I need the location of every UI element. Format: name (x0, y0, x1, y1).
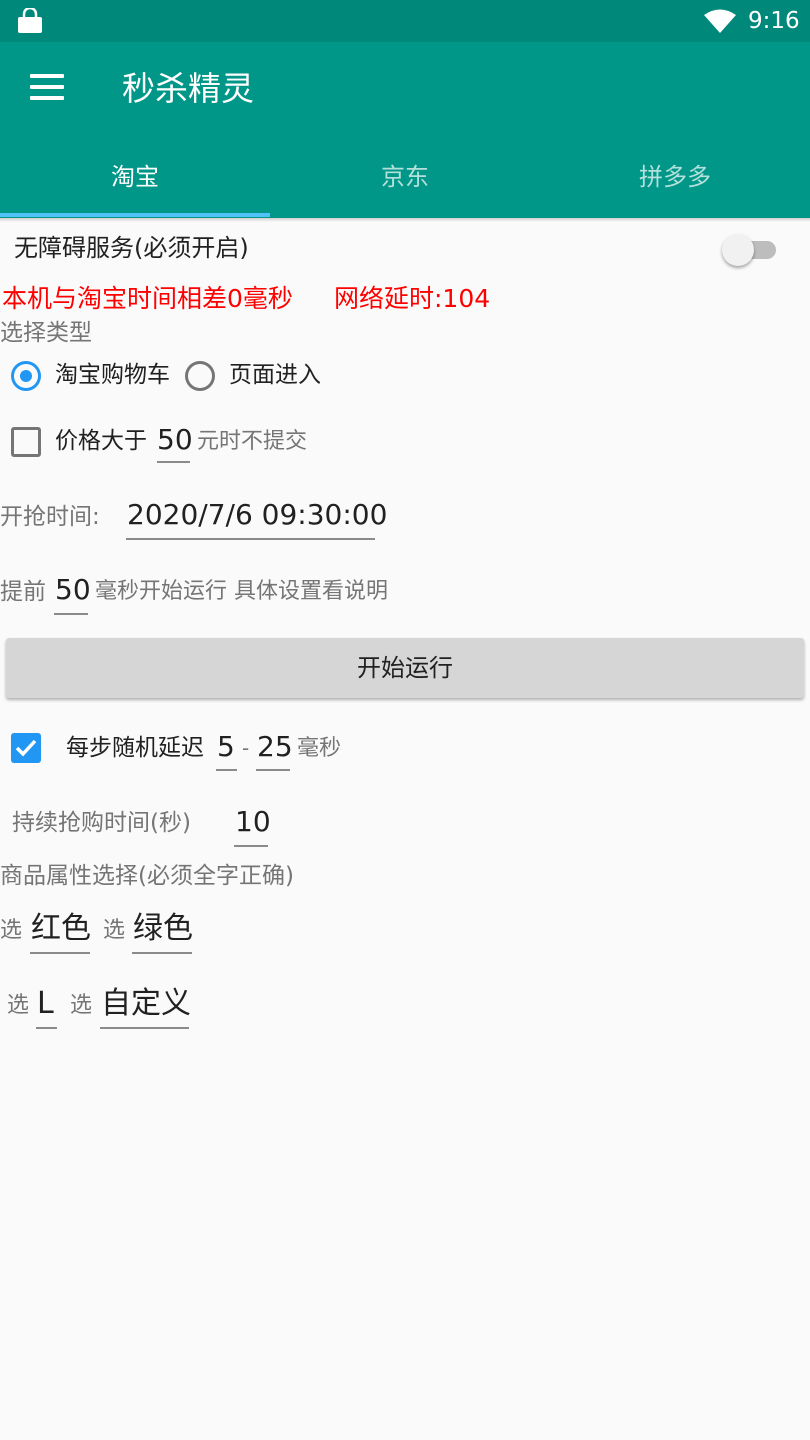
status-time: 9:16 (748, 8, 800, 34)
attribute-input-4[interactable]: 自定义 (101, 989, 191, 1019)
random-delay-max-input[interactable]: 25 (257, 733, 293, 761)
radio-cart-label[interactable]: 淘宝购物车 (55, 364, 170, 387)
duration-label: 持续抢购时间(秒) (12, 810, 191, 836)
random-delay-max-underline (256, 769, 290, 771)
tab-indicator (0, 213, 270, 217)
accessibility-switch[interactable] (722, 232, 780, 268)
accessibility-label: 无障碍服务(必须开启) (14, 234, 249, 262)
radio-page-label[interactable]: 页面进入 (229, 364, 321, 387)
random-delay-min-underline (216, 769, 237, 771)
attribute-underline-4 (100, 1027, 189, 1029)
status-bar: 9:16 (0, 0, 810, 42)
advance-suffix: 毫秒开始运行 具体设置看说明 (95, 579, 388, 604)
start-time-input[interactable]: 2020/7/6 09:30:00 (127, 501, 387, 529)
select-word-3: 选 (7, 993, 30, 1018)
price-limit-prefix: 价格大于 (55, 428, 147, 454)
start-time-underline (126, 538, 375, 540)
tab-pdd[interactable]: 拼多多 (540, 138, 810, 216)
app-title: 秒杀精灵 (122, 69, 254, 108)
advance-input[interactable]: 50 (55, 576, 91, 604)
advance-underline (54, 613, 88, 615)
random-delay-min-input[interactable]: 5 (217, 733, 235, 761)
checkmark-icon (15, 739, 37, 757)
tab-bar: 淘宝 京东 拼多多 (0, 138, 810, 218)
select-word-4: 选 (70, 993, 93, 1018)
app-toolbar: 秒杀精灵 (0, 42, 810, 138)
select-word-2: 选 (103, 918, 126, 943)
price-limit-checkbox[interactable] (11, 427, 41, 457)
duration-input[interactable]: 10 (235, 808, 271, 836)
tab-jd[interactable]: 京东 (270, 138, 540, 216)
price-limit-suffix: 元时不提交 (197, 429, 308, 454)
time-diff-text: 本机与淘宝时间相差0毫秒 (2, 284, 293, 313)
attribute-underline-2 (132, 952, 192, 954)
random-delay-unit: 毫秒 (297, 736, 342, 761)
select-word-1: 选 (0, 918, 23, 943)
duration-underline (234, 845, 268, 847)
random-delay-label: 每步随机延迟 (66, 735, 204, 761)
hamburger-menu-icon[interactable] (30, 74, 64, 104)
latency-text: 网络延时:104 (334, 284, 491, 313)
attribute-underline-3 (36, 1027, 57, 1029)
tab-shadow (0, 218, 810, 222)
radio-cart[interactable] (11, 361, 41, 391)
price-limit-input[interactable]: 50 (157, 426, 193, 454)
tab-taobao[interactable]: 淘宝 (0, 138, 270, 216)
advance-prefix: 提前 (0, 579, 46, 605)
random-delay-separator: - (242, 736, 250, 760)
random-delay-checkbox[interactable] (11, 733, 41, 763)
start-time-label: 开抢时间: (0, 504, 100, 530)
attribute-underline-1 (30, 952, 90, 954)
shopping-bag-icon (18, 8, 42, 33)
type-label: 选择类型 (0, 320, 92, 346)
attributes-label: 商品属性选择(必须全字正确) (0, 863, 294, 889)
attribute-input-2[interactable]: 绿色 (133, 914, 193, 944)
price-limit-underline (157, 461, 190, 463)
start-button[interactable]: 开始运行 (6, 638, 804, 698)
attribute-input-3[interactable]: L (37, 989, 54, 1019)
attribute-input-1[interactable]: 红色 (31, 914, 91, 944)
radio-page[interactable] (185, 361, 215, 391)
wifi-icon (704, 9, 736, 33)
